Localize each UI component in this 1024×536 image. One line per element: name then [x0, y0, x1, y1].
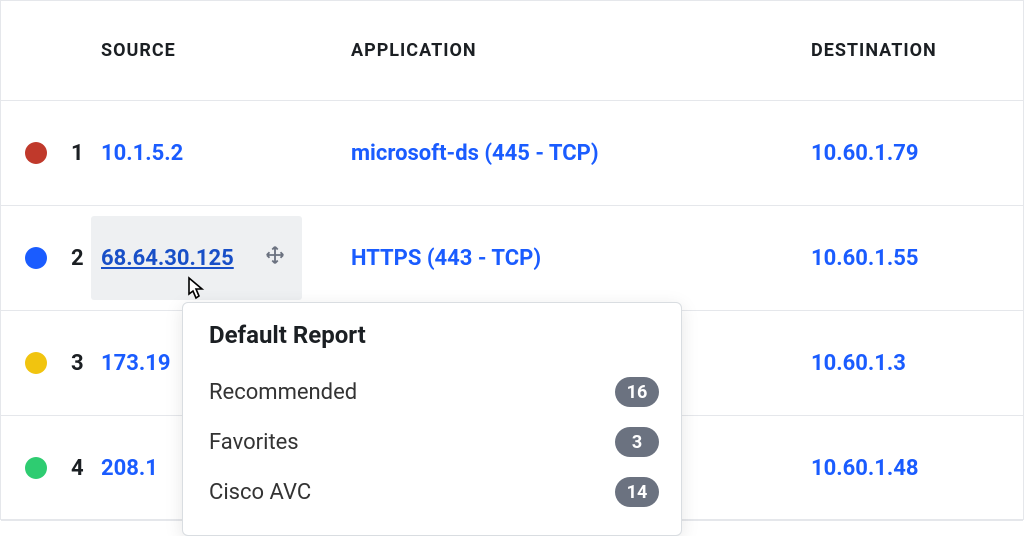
popover-item-label: Recommended	[209, 380, 357, 405]
application-link[interactable]: microsoft-ds (445 - TCP)	[351, 141, 599, 166]
destination-link[interactable]: 10.60.1.3	[811, 351, 906, 376]
table-header: SOURCE APPLICATION DESTINATION	[1, 1, 1023, 101]
popover-item[interactable]: Recommended 16	[209, 367, 659, 417]
source-link[interactable]: 68.64.30.125	[101, 246, 234, 271]
popover-item-label: Cisco AVC	[209, 480, 311, 505]
row-index: 1	[71, 141, 101, 166]
source-link[interactable]: 208.1	[101, 456, 158, 481]
popover-item[interactable]: Favorites 3	[209, 417, 659, 467]
status-dot	[25, 352, 47, 374]
source-link[interactable]: 10.1.5.2	[101, 141, 183, 166]
source-cell[interactable]: 208.1	[101, 456, 158, 481]
row-index: 3	[71, 351, 101, 376]
move-icon[interactable]	[264, 244, 286, 272]
count-badge: 16	[615, 377, 659, 407]
header-destination: DESTINATION	[811, 40, 1011, 61]
status-dot	[25, 457, 47, 479]
source-cell[interactable]: 68.64.30.125	[91, 216, 302, 300]
popover-item[interactable]: Cisco AVC 14	[209, 467, 659, 517]
count-badge: 14	[615, 477, 659, 507]
source-cell[interactable]: 173.19	[101, 351, 171, 376]
destination-link[interactable]: 10.60.1.55	[811, 246, 919, 271]
popover-item-label: Favorites	[209, 430, 299, 455]
header-source: SOURCE	[101, 40, 351, 61]
destination-link[interactable]: 10.60.1.48	[811, 456, 919, 481]
report-popover: Default Report Recommended 16 Favorites 3 Ci…	[182, 302, 682, 536]
count-badge: 3	[615, 427, 659, 457]
popover-title: Default Report	[209, 321, 659, 349]
row-index: 4	[71, 456, 101, 481]
source-cell[interactable]: 10.1.5.2	[101, 141, 183, 166]
application-link[interactable]: HTTPS (443 - TCP)	[351, 246, 541, 271]
table-row: 268.64.30.125HTTPS (443 - TCP)10.60.1.55	[1, 206, 1023, 311]
table-row: 110.1.5.2 microsoft-ds (445 - TCP) 10.60.1…	[1, 101, 1023, 206]
status-dot	[25, 142, 47, 164]
status-dot	[25, 247, 47, 269]
source-link[interactable]: 173.19	[101, 351, 171, 376]
destination-link[interactable]: 10.60.1.79	[811, 141, 919, 166]
header-application: APPLICATION	[351, 40, 811, 61]
